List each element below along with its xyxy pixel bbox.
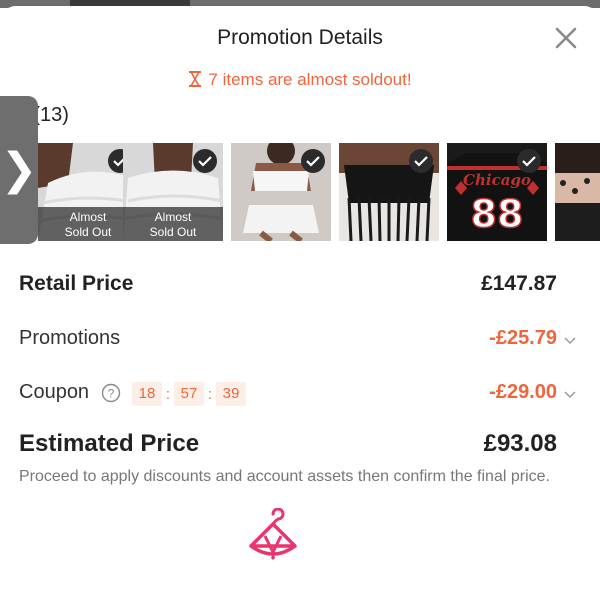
retail-price-label: Retail Price (19, 272, 134, 295)
coupon-value: -£29.00 (489, 381, 557, 403)
chevron-right-icon: ❯ (0, 144, 38, 195)
svg-text:?: ? (108, 387, 115, 401)
warning-text: 7 items are almost soldout! (208, 70, 412, 89)
checked-icon[interactable] (517, 149, 541, 173)
cart-item[interactable] (339, 143, 439, 241)
sheet-title: Promotion Details (217, 26, 383, 49)
checked-icon[interactable] (301, 149, 325, 173)
cart-item[interactable]: Chicago 88 (447, 143, 547, 241)
hanger-logo-icon (249, 508, 297, 560)
promotions-label: Promotions (19, 327, 121, 349)
checked-icon[interactable] (409, 149, 433, 173)
retail-price-value: £147.87 (481, 272, 557, 295)
coupon-label: Coupon (19, 381, 90, 403)
timer-minutes: 57 (174, 382, 204, 406)
cart-item[interactable] (231, 143, 331, 241)
timer-seconds: 39 (216, 382, 246, 406)
hourglass-icon (189, 71, 202, 87)
jersey-text: Chicago (463, 171, 531, 189)
checked-icon[interactable] (193, 149, 217, 173)
jersey-number: 88 (471, 192, 524, 236)
promotions-row[interactable]: Promotions -£25.79 (19, 327, 579, 357)
cart-thumbnails: Almost Sold Out Almost Sold Out Chicago … (38, 143, 600, 241)
promotions-value: -£25.79 (489, 327, 557, 349)
almost-sold-out-badge: Almost Sold Out (123, 207, 223, 241)
estimated-price-label: Estimated Price (19, 430, 200, 457)
estimated-price-value: £93.08 (483, 430, 557, 457)
estimated-price-row: Estimated Price £93.08 (19, 430, 579, 460)
coupon-row[interactable]: Coupon ? 18 : 57 : 39 -£29.00 (19, 381, 579, 411)
cart-item[interactable] (555, 143, 600, 241)
price-disclaimer: Proceed to apply discounts and account a… (19, 468, 550, 485)
product-image (555, 143, 600, 241)
timer-hours: 18 (132, 382, 162, 406)
chevron-down-icon[interactable] (563, 333, 577, 347)
coupon-countdown: 18 : 57 : 39 (132, 382, 246, 406)
chevron-down-icon[interactable] (563, 387, 577, 401)
cart-item[interactable]: Almost Sold Out (123, 143, 223, 241)
collapse-side-tab[interactable]: ❯ (0, 96, 38, 244)
close-icon[interactable] (552, 24, 580, 52)
help-icon[interactable]: ? (101, 383, 121, 403)
retail-price-row: Retail Price £147.87 (19, 272, 579, 302)
soldout-warning: 7 items are almost soldout! (0, 70, 600, 90)
